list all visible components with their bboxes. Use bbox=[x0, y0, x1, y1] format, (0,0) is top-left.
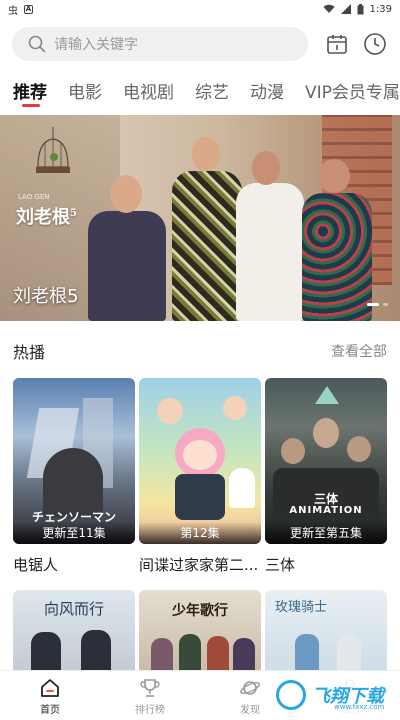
poster-title-text: 向风而行 bbox=[43, 600, 104, 618]
site-watermark: 飞翔下载 www.fxxz.com bbox=[272, 675, 394, 715]
actor-figure bbox=[302, 193, 372, 321]
signal-icon bbox=[340, 4, 351, 14]
planet-icon bbox=[240, 681, 260, 695]
status-time: 1:39 bbox=[369, 3, 392, 15]
poster-image: 三体 ANIMATION 更新至第五集 bbox=[265, 378, 387, 544]
video-card[interactable]: 三体 ANIMATION 更新至第五集 三体 bbox=[265, 378, 387, 575]
actor-head bbox=[110, 175, 142, 213]
banner-logo-subtitle: LAO GEN bbox=[18, 193, 50, 201]
tab-movies[interactable]: 电影 bbox=[68, 74, 102, 103]
pagination-dot bbox=[383, 303, 388, 306]
poster-image: 第12集 bbox=[139, 378, 261, 544]
wifi-icon bbox=[323, 4, 335, 13]
birdcage-image bbox=[36, 127, 70, 173]
hot-section-header: 热播 查看全部 bbox=[13, 340, 387, 362]
card-title: 三体 bbox=[265, 556, 296, 574]
battery-icon bbox=[357, 3, 364, 14]
poster-title-text: 玫瑰骑士 bbox=[275, 600, 328, 615]
video-card[interactable]: チェンソーマン 更新至11集 电锯人 bbox=[13, 378, 135, 575]
video-card[interactable]: 少年歌行 bbox=[139, 590, 261, 670]
actor-figure bbox=[236, 183, 304, 321]
nav-label: 排行榜 bbox=[135, 705, 165, 716]
a-icon: A bbox=[24, 4, 33, 14]
video-card[interactable]: 第12集 间谍过家家第二... bbox=[139, 378, 261, 575]
poster-image: 向风而行 bbox=[13, 590, 135, 670]
episode-caption: 第12集 bbox=[139, 522, 261, 544]
poster-subtitle-text: ANIMATION bbox=[289, 505, 363, 516]
bug-icon: 虫 bbox=[8, 5, 18, 17]
watermark-url: www.fxxz.com bbox=[334, 703, 385, 711]
poster-image: 少年歌行 bbox=[139, 590, 261, 670]
episode-caption: 更新至11集 bbox=[13, 522, 135, 544]
tab-vip[interactable]: VIP会员专属 bbox=[305, 74, 400, 103]
search-icon bbox=[28, 35, 46, 53]
banner-title: 刘老根5 bbox=[13, 286, 79, 307]
actor-figure bbox=[88, 211, 166, 321]
home-icon bbox=[41, 679, 59, 697]
pagination-dot-active bbox=[367, 303, 379, 306]
poster-title-text: 少年歌行 bbox=[172, 603, 228, 619]
episode-caption: 更新至第五集 bbox=[265, 522, 387, 544]
trophy-icon bbox=[140, 679, 160, 697]
poster-image: 玫瑰骑士 bbox=[265, 590, 387, 670]
poster-image: チェンソーマン 更新至11集 bbox=[13, 378, 135, 544]
calendar-icon[interactable] bbox=[324, 31, 350, 57]
actor-figure bbox=[172, 171, 242, 321]
status-bar: 虫 A 1:39 bbox=[0, 0, 400, 18]
card-title: 电锯人 bbox=[13, 556, 59, 574]
banner-pagination bbox=[367, 303, 388, 306]
video-card[interactable]: 玫瑰骑士 bbox=[265, 590, 387, 670]
nav-label: 发现 bbox=[240, 705, 260, 716]
tab-anime[interactable]: 动漫 bbox=[250, 74, 284, 103]
tab-recommend[interactable]: 推荐 bbox=[13, 74, 47, 107]
search-input[interactable]: 请输入关键字 bbox=[12, 27, 308, 61]
history-clock-icon[interactable] bbox=[362, 31, 388, 57]
hero-banner[interactable]: LAO GEN 刘老根5 刘老根5 bbox=[0, 115, 400, 321]
actor-head bbox=[318, 159, 350, 193]
category-tabs: 推荐 电影 电视剧 综艺 动漫 VIP会员专属 bbox=[0, 74, 400, 110]
video-card[interactable]: 向风而行 bbox=[13, 590, 135, 670]
view-all-link[interactable]: 查看全部 bbox=[331, 341, 387, 361]
search-placeholder: 请输入关键字 bbox=[54, 37, 138, 53]
search-row: 请输入关键字 bbox=[12, 27, 388, 61]
card-title: 间谍过家家第二... bbox=[139, 556, 259, 574]
actor-head bbox=[192, 137, 220, 171]
nav-label: 首页 bbox=[40, 705, 60, 716]
actor-head bbox=[252, 151, 280, 185]
tab-variety[interactable]: 综艺 bbox=[195, 74, 229, 103]
nav-home[interactable]: 首页 bbox=[0, 671, 100, 720]
section-title: 热播 bbox=[13, 343, 46, 362]
watermark-logo-icon bbox=[276, 680, 306, 710]
tab-tv-series[interactable]: 电视剧 bbox=[123, 74, 174, 103]
banner-logo: 刘老根5 bbox=[16, 207, 77, 228]
nav-ranking[interactable]: 排行榜 bbox=[100, 671, 200, 720]
